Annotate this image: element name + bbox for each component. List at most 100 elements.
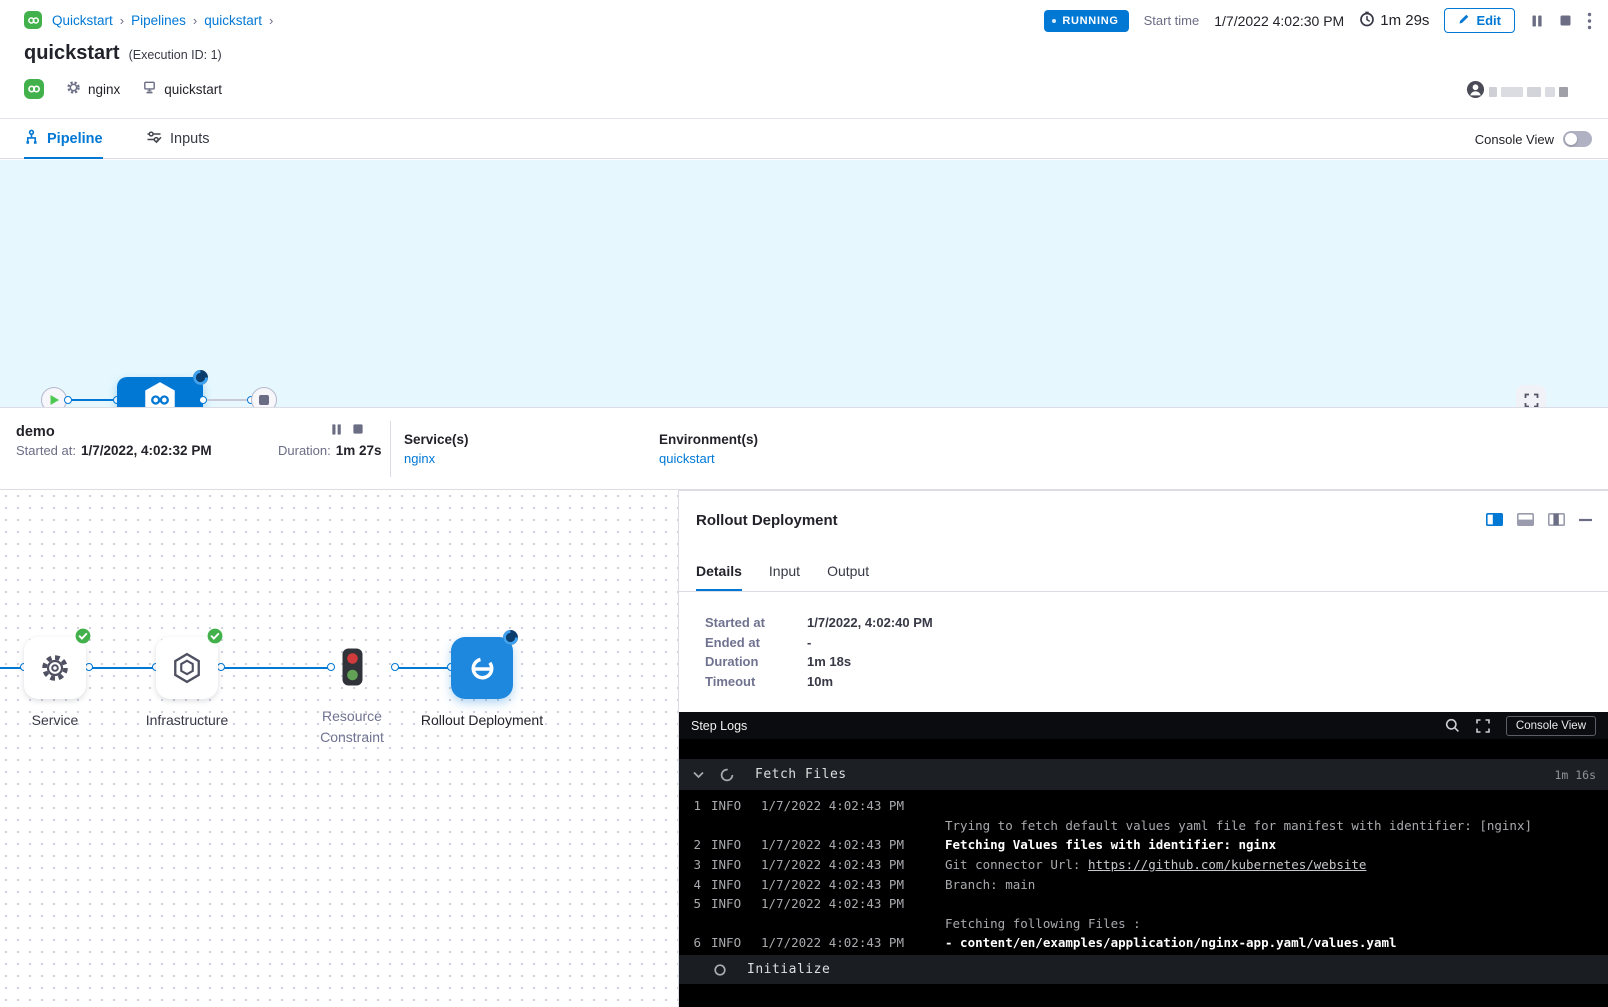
started-at-label: Started at: [16, 443, 76, 458]
start-time-label: Start time [1144, 13, 1200, 28]
log-fullscreen-icon[interactable] [1476, 719, 1490, 733]
success-check-icon [207, 628, 223, 649]
log-line: 4INFO1/7/2022 4:02:43 PM Branch: main [679, 874, 1608, 894]
pause-execution-button[interactable] [1530, 14, 1544, 28]
run-meta: RUNNING Start time 1/7/2022 4:02:30 PM 1… [1044, 8, 1592, 33]
stop-icon [259, 395, 269, 405]
environment-tag: quickstart [142, 80, 222, 98]
layout-left-split-icon[interactable] [1548, 513, 1565, 526]
tab-pipeline[interactable]: Pipeline [24, 119, 103, 159]
stop-execution-button[interactable] [1559, 14, 1572, 27]
avatar-icon [1466, 80, 1485, 104]
pencil-icon [1458, 13, 1470, 28]
service-link[interactable]: nginx [404, 451, 435, 466]
gear-icon [39, 652, 71, 684]
pipeline-tags: nginx quickstart [24, 79, 222, 99]
tab-output[interactable]: Output [827, 550, 869, 591]
play-icon [49, 394, 60, 406]
detail-label: Started at [705, 615, 807, 630]
redacted-text [1545, 87, 1555, 97]
elapsed-time: 1m 29s [1359, 11, 1429, 31]
elapsed-value: 1m 29s [1380, 12, 1429, 29]
service-tag: nginx [66, 80, 120, 98]
log-section-fetch-files[interactable]: Fetch Files 1m 16s [679, 759, 1608, 790]
start-time-value: 1/7/2022 4:02:30 PM [1214, 13, 1344, 29]
status-dot [1052, 19, 1056, 23]
tab-input[interactable]: Input [769, 550, 800, 591]
services-label: Service(s) [404, 432, 469, 447]
step-details-panel: Rollout Deployment Details Input Output … [678, 490, 1608, 1007]
breadcrumb-separator: › [191, 13, 199, 28]
pending-circle-icon [714, 964, 726, 976]
edit-button[interactable]: Edit [1444, 8, 1515, 33]
inputs-icon [146, 129, 162, 149]
graph-connector-dot [327, 663, 335, 671]
detail-value: - [807, 635, 811, 650]
detail-row: Duration 1m 18s [705, 652, 933, 672]
log-section-initialize[interactable]: Initialize [679, 955, 1608, 984]
log-line: 3INFO1/7/2022 4:02:43 PM Git connector U… [679, 855, 1608, 875]
running-spinner-icon [192, 369, 209, 391]
traffic-light-icon [342, 648, 363, 686]
tab-details[interactable]: Details [696, 550, 742, 591]
page-title-row: quickstart (Execution ID: 1) [24, 42, 222, 65]
stage-stop-button[interactable] [352, 423, 364, 435]
cd-module-icon [24, 79, 44, 99]
log-line: 1INFO1/7/2022 4:02:43 PM [679, 796, 1608, 816]
execution-graph[interactable]: Service Infrastructure Resource Constrai… [0, 490, 678, 1007]
detail-value: 1m 18s [807, 654, 851, 669]
graph-edge [221, 667, 331, 669]
pipeline-icon [24, 129, 39, 149]
header: Quickstart › Pipelines › quickstart › RU… [0, 0, 1608, 118]
log-search-icon[interactable] [1445, 718, 1460, 733]
section-name: Fetch Files [755, 767, 847, 782]
step-node-infrastructure[interactable] [156, 637, 218, 699]
step-node-resource-constraint[interactable] [342, 648, 363, 691]
pipeline-execution-page: Quickstart › Pipelines › quickstart › RU… [0, 0, 1608, 1007]
breadcrumb-link-pipeline[interactable]: quickstart [204, 13, 262, 28]
section-spinner-icon [720, 768, 734, 782]
graph-connector-dot [85, 663, 93, 671]
breadcrumb-link-pipelines[interactable]: Pipelines [131, 13, 186, 28]
step-node-service[interactable] [24, 637, 86, 699]
detail-row: Timeout 10m [705, 672, 933, 692]
environment-link[interactable]: quickstart [659, 451, 715, 466]
page-title: quickstart [24, 42, 120, 65]
stage-summary-bar: demo Started at: 1/7/2022, 4:02:32 PM Du… [0, 407, 1608, 490]
status-label: RUNNING [1062, 15, 1118, 27]
log-link[interactable]: https://github.com/kubernetes/website [1088, 857, 1366, 872]
minimize-panel-icon[interactable] [1579, 518, 1592, 522]
running-spinner-icon [502, 629, 519, 651]
redacted-text [1489, 87, 1497, 97]
toggle-knob [1565, 133, 1577, 145]
console-view-label: Console View [1475, 132, 1554, 147]
detail-value: 10m [807, 674, 833, 689]
stage-pause-button[interactable] [330, 423, 343, 436]
pipeline-canvas[interactable]: demo [0, 160, 1608, 407]
step-logs-title: Step Logs [691, 719, 747, 733]
breadcrumb-link-project[interactable]: Quickstart [52, 13, 113, 28]
chevron-down-icon[interactable] [693, 771, 704, 779]
detail-row: Ended at - [705, 633, 933, 653]
cd-module-icon [24, 11, 42, 29]
section-duration: 1m 16s [1554, 768, 1596, 782]
log-line: 6INFO1/7/2022 4:02:43 PM - content/en/ex… [679, 933, 1608, 953]
edge-start-demo [68, 399, 117, 401]
console-view-control: Console View [1475, 119, 1592, 159]
step-node-rollout-deployment[interactable] [451, 637, 513, 699]
resource-center[interactable] [1466, 80, 1568, 104]
layout-bottom-split-icon[interactable] [1517, 513, 1534, 526]
step-logs-console: Step Logs Console View [679, 712, 1608, 1007]
clock-icon [1359, 11, 1375, 31]
edge-connector-dot [199, 396, 207, 404]
environment-icon [142, 80, 157, 98]
log-line: 2INFO1/7/2022 4:02:43 PM Fetching Values… [679, 835, 1608, 855]
more-options-button[interactable] [1587, 12, 1592, 30]
layout-right-split-icon[interactable] [1486, 513, 1503, 526]
infrastructure-hexagon-icon [172, 652, 202, 684]
log-line-continuation: Fetching following Files : [679, 914, 1608, 934]
tab-inputs[interactable]: Inputs [146, 119, 210, 159]
helm-e-icon [469, 655, 496, 682]
console-view-toggle[interactable] [1563, 131, 1592, 147]
log-console-view-button[interactable]: Console View [1506, 716, 1596, 736]
